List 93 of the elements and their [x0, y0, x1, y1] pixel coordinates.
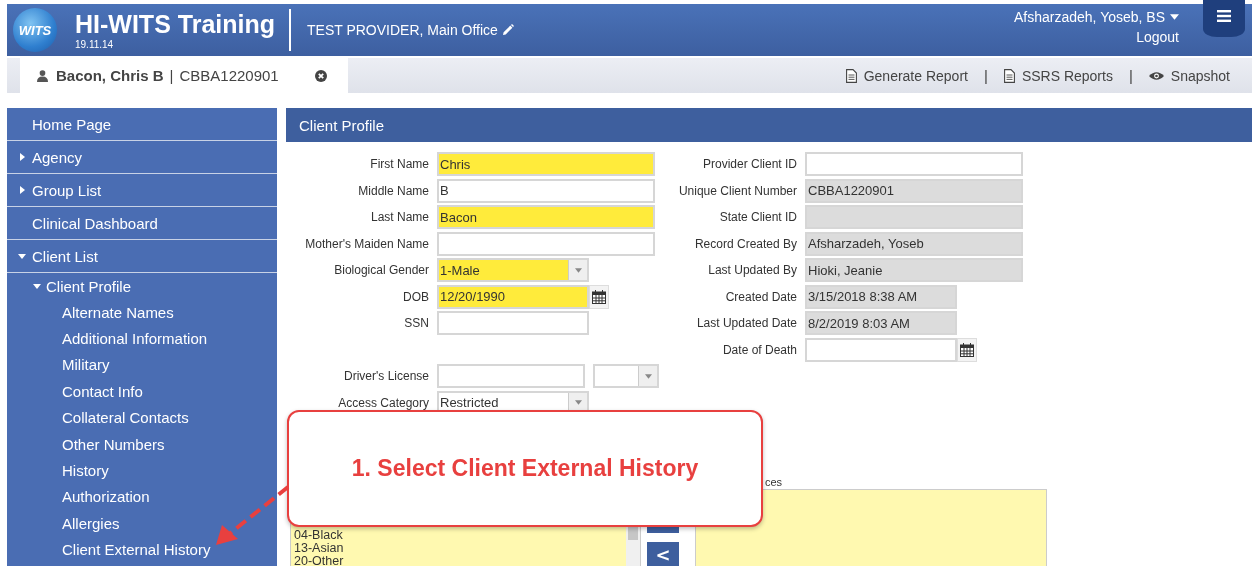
field-label: State Client ID	[718, 210, 797, 224]
input-field[interactable]: Hioki, Jeanie	[805, 258, 1023, 282]
input-field[interactable]: B	[437, 178, 655, 203]
move-left-button[interactable]: <	[647, 541, 679, 566]
input-field[interactable]: Afsharzadeh, Yoseb	[805, 231, 1023, 256]
input-field[interactable]: 3/15/2018 8:38 AM	[805, 284, 957, 309]
list-option[interactable]: 20-Other	[291, 554, 626, 566]
nav-item[interactable]: Client List	[7, 240, 277, 273]
separator-text: |	[169, 67, 174, 84]
nav-item[interactable]: Alternate Names	[7, 299, 277, 326]
field-label: First Name	[369, 157, 429, 171]
client-id: CBBA1220901	[179, 67, 279, 84]
list-option[interactable]: 04-Black	[291, 528, 626, 542]
caret-down-icon	[18, 252, 26, 260]
client-name: Bacon, Chris B	[56, 67, 164, 84]
nav-item[interactable]: Client External History	[7, 536, 277, 563]
caret-down-icon	[33, 282, 41, 290]
eye-icon	[1148, 70, 1164, 81]
menu-button[interactable]	[1203, 0, 1245, 37]
list-option[interactable]: 13-Asian	[291, 541, 626, 555]
list-box[interactable]	[695, 488, 1047, 566]
provider-link[interactable]: TEST PROVIDER, Main Office	[307, 22, 514, 38]
field-label: Date of Death	[721, 342, 797, 357]
field-label: Record Created By	[693, 236, 797, 251]
caret-right-icon	[18, 186, 26, 194]
field-label: SSN	[403, 316, 429, 330]
field-label: Mother's Maiden Name	[304, 236, 429, 251]
separator-text: |	[1128, 67, 1133, 84]
callout-tooltip: 1. Select Client External History	[287, 410, 763, 527]
nav-item[interactable]: Client Profile	[7, 273, 277, 299]
nav-item[interactable]: Agency	[7, 141, 277, 174]
user-menu[interactable]: Afsharzadeh, Yoseb, BS	[1014, 9, 1179, 25]
caret-icon	[1170, 14, 1179, 20]
nav-item[interactable]: Collateral Contacts	[7, 404, 277, 431]
person-icon	[37, 69, 48, 82]
nav-item[interactable]: Allergies	[7, 510, 277, 537]
field-label: Unique Client Number	[677, 183, 797, 198]
nav-item[interactable]: Clinical Dashboard	[7, 207, 277, 240]
field-label: Biological Gender	[333, 263, 429, 277]
version-text: 19.11.14	[75, 39, 115, 51]
document-icon	[845, 68, 857, 83]
close-icon[interactable]	[314, 69, 327, 82]
field-label: Provider Client ID	[701, 157, 797, 171]
toolbar-link[interactable]: SSRS Reports	[1003, 67, 1113, 84]
dropdown[interactable]: 1-Male	[437, 258, 589, 282]
pencil-icon	[501, 24, 514, 36]
field-label: Last Updated By	[707, 263, 797, 277]
nav-item[interactable]: Military	[7, 351, 277, 379]
input-field[interactable]: CBBA1220901	[805, 178, 1023, 203]
list-label: ces	[765, 475, 783, 488]
date-field[interactable]	[805, 337, 957, 362]
input-field[interactable]	[437, 364, 585, 388]
nav-item[interactable]: Contact Info	[7, 378, 277, 405]
input-field[interactable]	[805, 205, 1023, 229]
input-field[interactable]	[805, 152, 1023, 176]
input-field[interactable]: 8/2/2019 8:03 AM	[805, 311, 957, 335]
input-field[interactable]	[437, 311, 589, 335]
dropdown-arrow-icon	[574, 400, 582, 405]
nav-item[interactable]: Home Page	[7, 108, 277, 141]
field-label: Driver's License	[343, 369, 429, 383]
calendar-icon	[592, 289, 606, 304]
input-field[interactable]: Bacon	[437, 205, 655, 229]
nav-item[interactable]: Group List	[7, 174, 277, 207]
input-field[interactable]: Chris	[437, 152, 655, 176]
calendar-icon	[960, 342, 974, 357]
date-field[interactable]: 12/20/1990	[437, 284, 589, 309]
field-label: DOB	[402, 289, 429, 304]
toolbar-link[interactable]: Snapshot	[1148, 67, 1230, 84]
field-label: Middle Name	[357, 183, 429, 198]
calendar-button[interactable]	[957, 337, 977, 362]
nav-item[interactable]: Additional Information	[7, 325, 277, 352]
dropdown-arrow-icon	[574, 267, 582, 273]
toolbar-link[interactable]: Generate Report	[845, 67, 968, 84]
field-label: Created Date	[724, 289, 797, 304]
menu-icon	[1217, 10, 1231, 22]
logout-link[interactable]: Logout	[1136, 29, 1179, 45]
dropdown[interactable]	[593, 364, 659, 388]
panel-title: Client Profile	[286, 108, 1252, 142]
logo-icon: WITS	[13, 8, 57, 52]
document-icon	[1003, 68, 1015, 83]
field-label: Last Name	[369, 210, 429, 224]
app-title: HI-WITS Training	[75, 9, 275, 39]
caret-right-icon	[18, 153, 26, 161]
client-tab[interactable]: Bacon, Chris B | CBBA1220901	[20, 58, 348, 93]
calendar-button[interactable]	[589, 284, 609, 309]
dropdown-arrow-icon	[644, 373, 652, 379]
input-field[interactable]	[437, 231, 655, 256]
field-label: Last Updated Date	[695, 316, 797, 330]
nav-item[interactable]: Authorization	[7, 483, 277, 511]
separator-text: |	[983, 67, 988, 84]
field-label: Access Category	[337, 395, 429, 410]
nav-item[interactable]: History	[7, 457, 277, 484]
nav-item[interactable]: Other Numbers	[7, 430, 277, 458]
